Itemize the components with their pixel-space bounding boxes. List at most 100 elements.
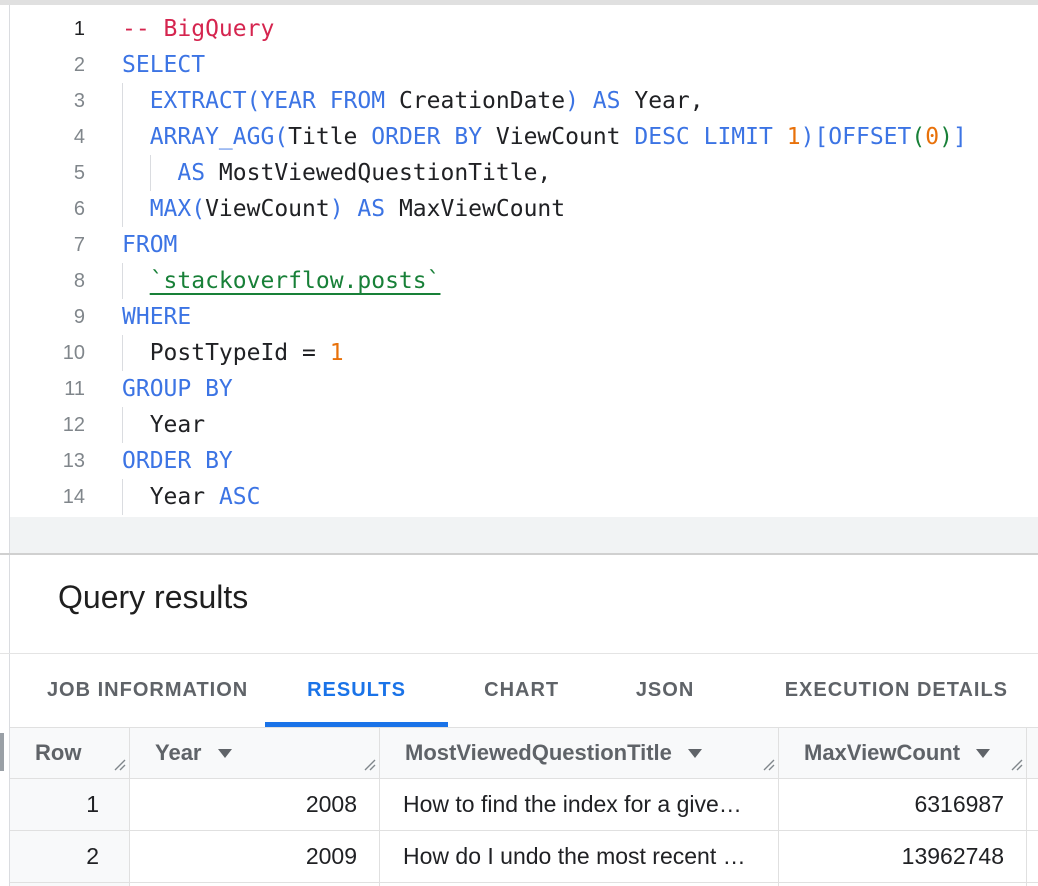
editor-line[interactable]: 4ARRAY_AGG(Title ORDER BY ViewCount DESC…	[10, 119, 1038, 155]
indent-guide	[122, 407, 150, 443]
table-row[interactable]: 12008How to find the index for a give…63…	[10, 779, 1038, 831]
indent-guide	[122, 479, 150, 515]
editor-line[interactable]: 10PostTypeId = 1	[10, 335, 1038, 371]
line-number: 1	[10, 11, 122, 47]
code-token: ]	[953, 124, 967, 150]
code-token: ) AS	[565, 88, 620, 114]
code-token: PostTypeId =	[150, 340, 330, 366]
line-number: 7	[10, 227, 122, 263]
editor-line[interactable]: 5AS MostViewedQuestionTitle,	[10, 155, 1038, 191]
tab-label: JOB INFORMATION	[47, 679, 248, 702]
code-token: 1	[787, 124, 801, 150]
code-token: -- BigQuery	[122, 16, 274, 42]
cell-year: 2008	[130, 779, 380, 830]
code-text: Year ASC	[122, 479, 260, 515]
line-number: 5	[10, 155, 122, 191]
sort-dropdown-icon[interactable]	[218, 749, 232, 758]
code-token: WHERE	[122, 304, 191, 330]
indent-guide	[122, 263, 150, 299]
code-token: DESC LIMIT	[634, 124, 772, 150]
editor-line[interactable]: 3EXTRACT(YEAR FROM CreationDate) AS Year…	[10, 83, 1038, 119]
code-token: MAX(	[150, 196, 205, 222]
cell-max-view-count: 13962748	[779, 831, 1027, 882]
column-resize-handle-icon[interactable]	[760, 751, 775, 777]
query-results-section-header: Query results	[10, 555, 1038, 653]
code-text: PostTypeId = 1	[122, 335, 344, 371]
header-filler-cell	[1027, 728, 1038, 778]
tab-json[interactable]: JSON	[595, 654, 734, 727]
cell-row-number: 1	[10, 779, 130, 830]
code-text: Year	[122, 407, 205, 443]
table-row[interactable]: 22009How do I undo the most recent …1396…	[10, 831, 1038, 883]
code-text: -- BigQuery	[122, 11, 274, 47]
editor-line[interactable]: 11GROUP BY	[10, 371, 1038, 407]
table-header-row: RowYear MostViewedQuestionTitle MaxViewCou…	[10, 727, 1038, 779]
editor-line[interactable]: 1-- BigQuery	[10, 11, 1038, 47]
tab-chart[interactable]: CHART	[448, 654, 596, 727]
column-header-mostviewedquestiontitle[interactable]: MostViewedQuestionTitle	[380, 728, 779, 778]
table-reference-link[interactable]: `stackoverflow.posts`	[150, 268, 441, 294]
code-token: ViewCount	[482, 124, 634, 150]
line-number: 4	[10, 119, 122, 155]
editor-line[interactable]: 2SELECT	[10, 47, 1038, 83]
column-header-label: MostViewedQuestionTitle	[405, 740, 672, 766]
code-token: Year	[150, 484, 219, 510]
code-text: WHERE	[122, 299, 191, 335]
editor-line[interactable]: 6MAX(ViewCount) AS MaxViewCount	[10, 191, 1038, 227]
results-tab-bar: JOB INFORMATION RESULTS CHART JSON EXECUTION…	[10, 654, 1038, 727]
indent-guide	[122, 83, 150, 119]
code-token: ASC	[219, 484, 261, 510]
line-number: 6	[10, 191, 122, 227]
column-header-maxviewcount[interactable]: MaxViewCount	[779, 728, 1027, 778]
code-token: ORDER BY	[371, 124, 482, 150]
code-token: 1	[330, 340, 344, 366]
code-text: SELECT	[122, 47, 205, 83]
editor-line[interactable]: 14Year ASC	[10, 479, 1038, 515]
line-number: 12	[10, 407, 122, 443]
sort-dropdown-icon[interactable]	[976, 749, 990, 758]
code-token: ) AS	[330, 196, 385, 222]
tab-label: RESULTS	[307, 679, 406, 702]
vertical-scrollbar-thumb[interactable]	[0, 733, 4, 771]
column-header-label: MaxViewCount	[804, 740, 960, 766]
code-text: ORDER BY	[122, 443, 233, 479]
column-header-year[interactable]: Year	[130, 728, 380, 778]
tab-job-information[interactable]: JOB INFORMATION	[30, 654, 265, 727]
tab-results[interactable]: RESULTS	[265, 654, 448, 727]
line-number: 3	[10, 83, 122, 119]
line-number: 13	[10, 443, 122, 479]
indent-guide	[122, 335, 150, 371]
code-token: 0	[925, 124, 939, 150]
tab-label: CHART	[484, 679, 559, 702]
editor-line[interactable]: 9WHERE	[10, 299, 1038, 335]
code-text: FROM	[122, 227, 177, 263]
sort-dropdown-icon[interactable]	[688, 749, 702, 758]
editor-line[interactable]: 7FROM	[10, 227, 1038, 263]
indent-guide	[150, 155, 178, 191]
code-token: ViewCount	[205, 196, 330, 222]
line-number: 2	[10, 47, 122, 83]
column-resize-handle-icon[interactable]	[361, 751, 376, 777]
code-token	[773, 124, 787, 150]
column-resize-handle-icon[interactable]	[111, 751, 126, 777]
indent-guide	[122, 155, 150, 191]
cell-max-view-count: 6316987	[779, 779, 1027, 830]
column-header-row[interactable]: Row	[10, 728, 130, 778]
code-token: )[OFFSET	[801, 124, 912, 150]
code-text: GROUP BY	[122, 371, 233, 407]
editor-line[interactable]: 13ORDER BY	[10, 443, 1038, 479]
editor-line[interactable]: 12Year	[10, 407, 1038, 443]
code-token: EXTRACT(YEAR FROM	[150, 88, 385, 114]
code-text: AS MostViewedQuestionTitle,	[122, 155, 551, 191]
code-token: CreationDate	[385, 88, 565, 114]
indent-guide	[122, 119, 150, 155]
tab-label: EXECUTION DETAILS	[785, 679, 1008, 702]
sql-code-editor[interactable]: 1-- BigQuery2SELECT3EXTRACT(YEAR FROM Cr…	[10, 5, 1038, 517]
editor-line[interactable]: 8`stackoverflow.posts`	[10, 263, 1038, 299]
results-table: RowYear MostViewedQuestionTitle MaxViewCou…	[10, 727, 1038, 886]
column-resize-handle-icon[interactable]	[1008, 751, 1023, 777]
code-text: MAX(ViewCount) AS MaxViewCount	[122, 191, 565, 227]
code-token: SELECT	[122, 52, 205, 78]
cell-title: How to find the index for a give…	[380, 779, 779, 830]
tab-execution-details[interactable]: EXECUTION DETAILS	[735, 654, 1038, 727]
